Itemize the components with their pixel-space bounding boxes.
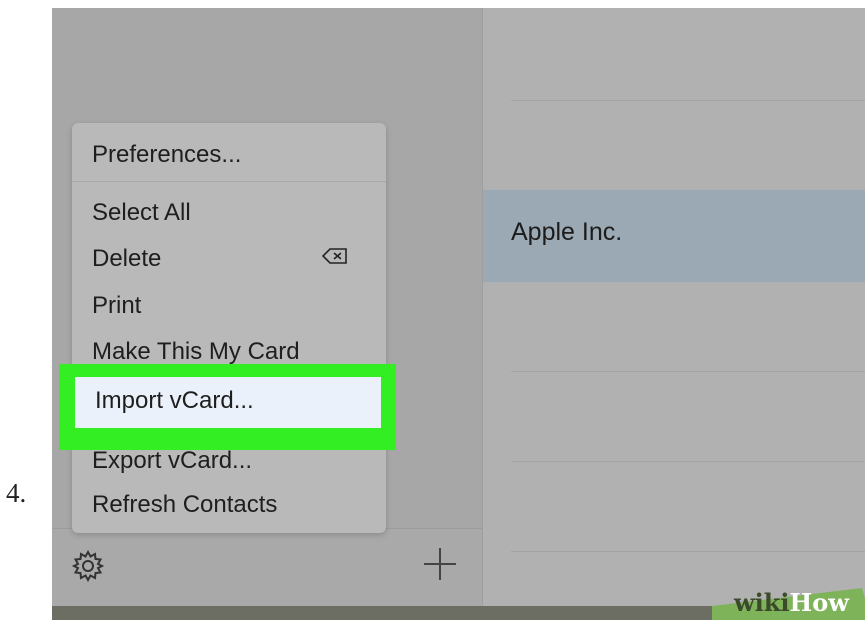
step-number: 4. xyxy=(6,478,27,508)
wikihow-watermark: wikiHow xyxy=(712,584,865,620)
menu-item-import-vcard[interactable]: Import vCard... xyxy=(75,377,381,428)
delete-key-icon xyxy=(322,248,347,264)
action-menu: Preferences... Select All Delete Print M… xyxy=(72,123,386,533)
contact-list: Apple Inc. xyxy=(482,8,865,606)
menu-item-make-my-card[interactable]: Make This My Card xyxy=(92,338,300,366)
list-divider xyxy=(511,100,865,101)
menu-item-delete[interactable]: Delete xyxy=(92,245,161,273)
menu-separator xyxy=(72,181,386,182)
contact-row-selected[interactable]: Apple Inc. xyxy=(483,190,865,282)
menu-item-export-vcard[interactable]: Export vCard... xyxy=(92,447,252,475)
list-divider xyxy=(511,551,865,552)
contacts-app-screenshot: Apple Inc. Preferences... Select All Del… xyxy=(52,8,865,620)
watermark-how: How xyxy=(789,588,849,617)
import-vcard-label: Import vCard... xyxy=(95,387,254,414)
menu-item-refresh-contacts[interactable]: Refresh Contacts xyxy=(92,491,277,519)
list-divider xyxy=(511,461,865,462)
watermark-wiki: wiki xyxy=(734,588,790,617)
sidebar-toolbar xyxy=(52,528,482,607)
gear-icon[interactable] xyxy=(70,548,106,584)
import-vcard-highlight: Import vCard... xyxy=(59,364,396,450)
contact-name: Apple Inc. xyxy=(511,218,623,246)
menu-item-print[interactable]: Print xyxy=(92,292,141,320)
menu-item-preferences[interactable]: Preferences... xyxy=(92,141,241,169)
menu-item-select-all[interactable]: Select All xyxy=(92,199,191,227)
plus-icon[interactable] xyxy=(420,544,460,584)
list-divider xyxy=(511,371,865,372)
